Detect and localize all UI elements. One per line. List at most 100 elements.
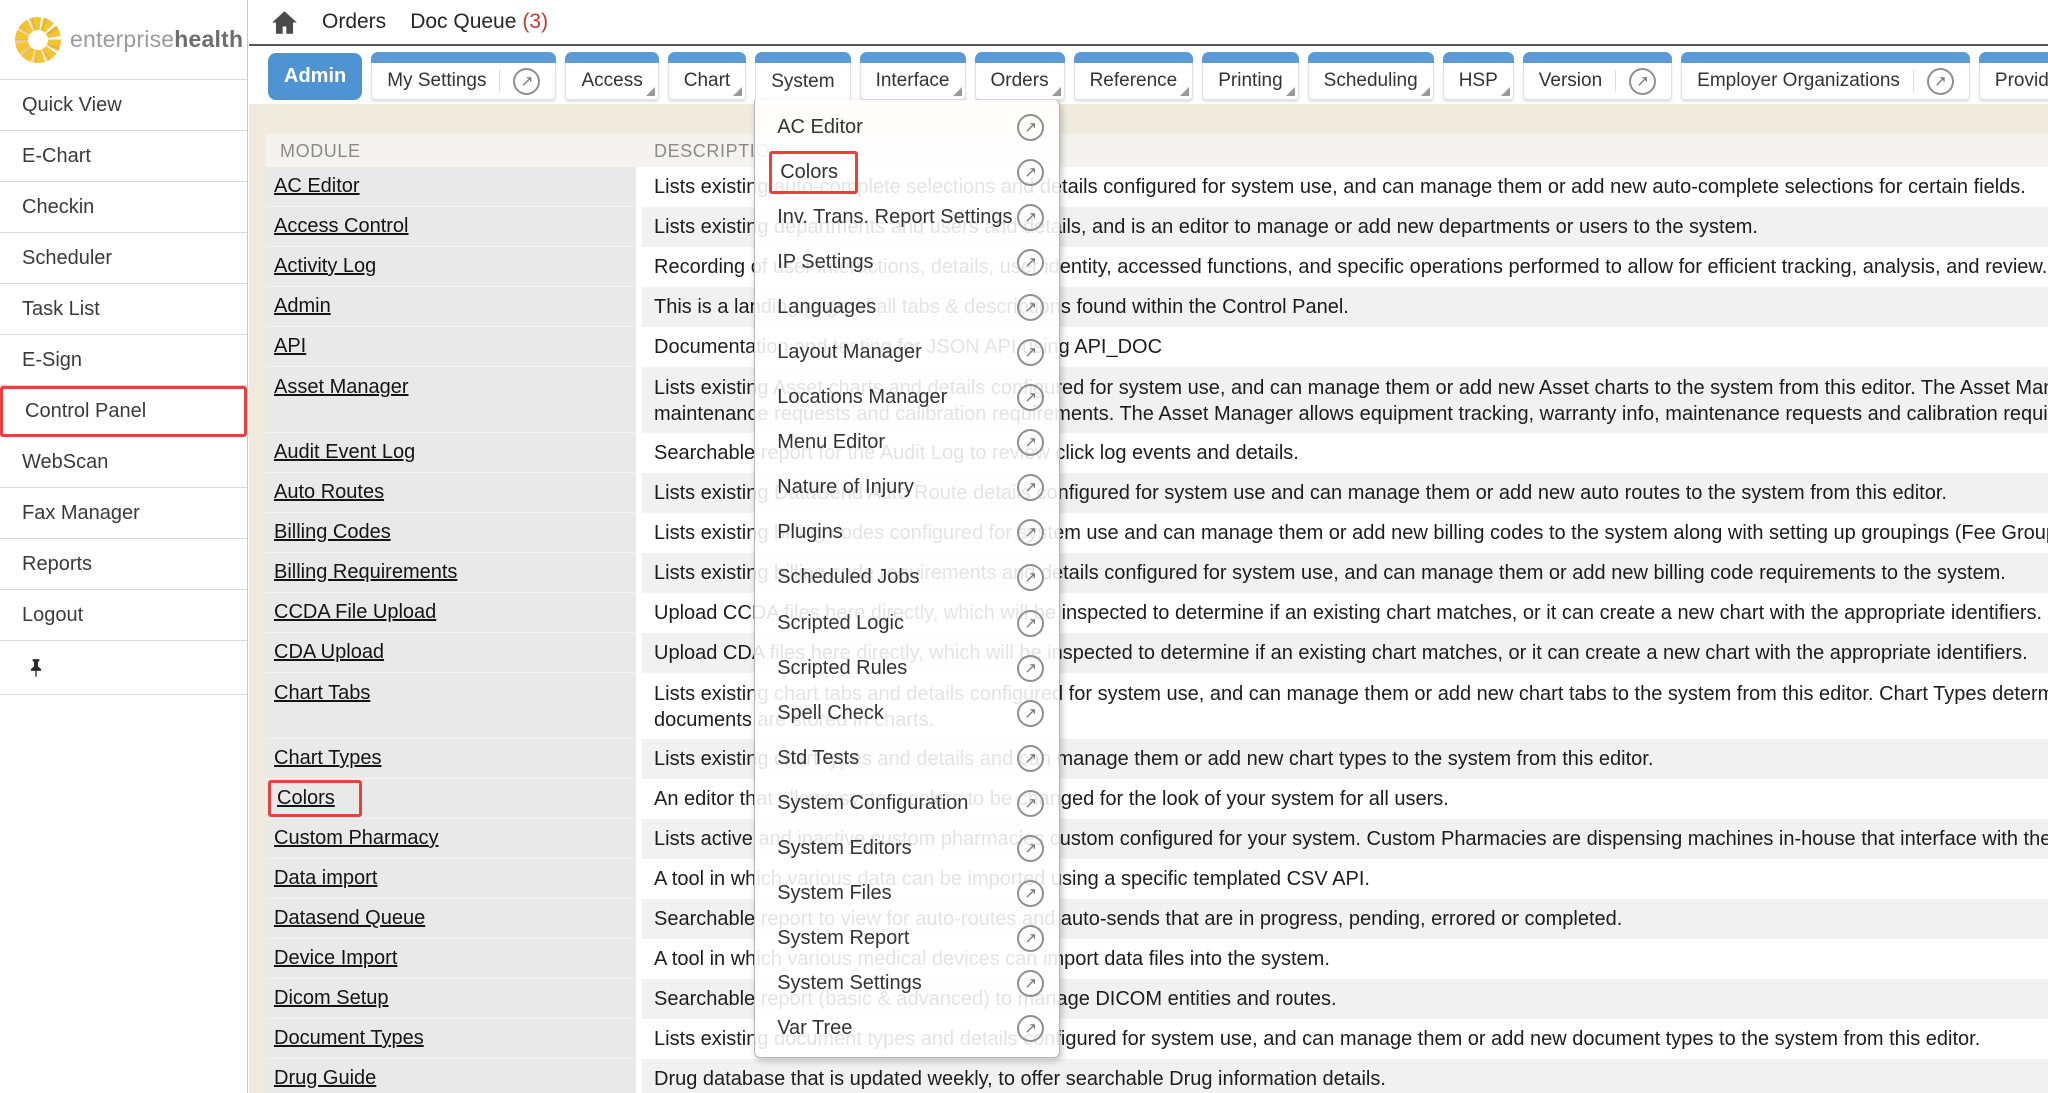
sidebar-item[interactable]: Control Panel [0,386,247,437]
breadcrumb-doc-queue[interactable]: Doc Queue(3) [410,10,548,34]
module-link[interactable]: Document Types [274,1027,424,1050]
system-menu-item[interactable]: Inv. Trans. Report Settings [755,195,1059,240]
module-link[interactable]: Data import [274,867,377,890]
open-in-new-icon[interactable] [1017,610,1044,637]
open-in-new-icon[interactable] [1017,204,1044,231]
module-link[interactable]: Admin [274,295,331,318]
open-in-new-icon[interactable] [1017,474,1044,501]
open-in-new-icon[interactable] [1017,249,1044,276]
open-in-new-icon[interactable] [1017,655,1044,682]
system-menu-item[interactable]: Locations Manager [755,375,1059,420]
tab-provider-management[interactable]: Provider Management [1979,52,2048,100]
tab-employer-organizations[interactable]: Employer Organizations [1681,52,1970,100]
open-in-new-icon[interactable] [1017,339,1044,366]
open-in-new-icon[interactable] [513,68,540,95]
tab-orders[interactable]: Orders [975,52,1065,100]
sidebar-item[interactable]: E-Sign [0,335,247,386]
system-menu-item[interactable]: Scheduled Jobs [755,555,1059,600]
tab-chart[interactable]: Chart [668,52,746,100]
module-link[interactable]: Dicom Setup [274,987,389,1010]
module-link[interactable]: Auto Routes [274,481,384,504]
system-menu-item[interactable]: System Settings [755,961,1059,1006]
system-menu-item[interactable]: Scripted Logic [755,601,1059,646]
open-in-new-icon[interactable] [1017,1015,1044,1042]
system-menu-item[interactable]: System Files [755,871,1059,916]
system-menu-item[interactable]: Spell Check [755,691,1059,736]
module-link[interactable]: Custom Pharmacy [274,827,439,850]
sidebar-item[interactable]: Task List [0,284,247,335]
open-in-new-icon[interactable] [1017,970,1044,997]
open-in-new-icon[interactable] [1017,429,1044,456]
open-in-new-icon[interactable] [1017,925,1044,952]
open-in-new-icon[interactable] [1017,880,1044,907]
system-menu-item[interactable]: Scripted Rules [755,646,1059,691]
module-link[interactable]: Chart Tabs [274,682,370,705]
open-in-new-icon[interactable] [1927,68,1954,95]
open-in-new-icon[interactable] [1629,68,1656,95]
module-link[interactable]: Billing Codes [274,521,391,544]
sidebar-item[interactable]: WebScan [0,437,247,488]
module-link[interactable]: Activity Log [274,255,376,278]
system-menu-item[interactable]: System Configuration [755,781,1059,826]
tab-hsp[interactable]: HSP [1443,52,1514,100]
module-link[interactable]: Drug Guide [274,1067,376,1090]
sidebar-item[interactable]: Checkin [0,182,247,233]
sidebar-pin-row[interactable] [0,641,247,695]
module-link[interactable]: CCDA File Upload [274,601,436,624]
module-link[interactable]: Audit Event Log [274,441,415,464]
module-link[interactable]: AC Editor [274,175,360,198]
module-link[interactable]: Asset Manager [274,376,409,399]
open-in-new-icon[interactable] [1017,790,1044,817]
open-in-new-icon[interactable] [1017,700,1044,727]
system-menu-item[interactable]: System Report [755,916,1059,961]
tab-my-settings[interactable]: My Settings [371,52,556,100]
sidebar-item[interactable]: Fax Manager [0,488,247,539]
module-link[interactable]: Colors [268,780,362,817]
open-in-new-icon[interactable] [1017,294,1044,321]
module-link[interactable]: CDA Upload [274,641,384,664]
tab-printing[interactable]: Printing [1202,52,1298,100]
sidebar-item[interactable]: E-Chart [0,131,247,182]
system-menu-item[interactable]: IP Settings [755,240,1059,285]
system-menu-item[interactable]: Std Tests [755,736,1059,781]
tab-reference[interactable]: Reference [1074,52,1194,100]
open-in-new-icon[interactable] [1017,519,1044,546]
system-menu-item-label: System Report [777,927,909,950]
system-menu-item[interactable]: System Editors [755,826,1059,871]
sidebar-item-label: Task List [22,298,100,321]
tab-scheduling[interactable]: Scheduling [1308,52,1434,100]
module-link[interactable]: Chart Types [274,747,381,770]
system-menu-item[interactable]: Menu Editor [755,420,1059,465]
system-menu-item[interactable]: Nature of Injury [755,465,1059,510]
open-in-new-icon[interactable] [1017,835,1044,862]
sunflower-logo-icon [14,16,62,64]
module-link[interactable]: API [274,335,306,358]
system-menu-item[interactable]: Var Tree [755,1006,1059,1051]
tab-admin[interactable]: Admin [268,53,362,100]
system-menu-item[interactable]: Languages [755,285,1059,330]
system-menu-item[interactable]: Layout Manager [755,330,1059,375]
system-menu-item[interactable]: Plugins [755,510,1059,555]
open-in-new-icon[interactable] [1017,564,1044,591]
breadcrumb-orders[interactable]: Orders [322,10,386,34]
module-link[interactable]: Device Import [274,947,397,970]
module-link[interactable]: Access Control [274,215,409,238]
open-in-new-icon[interactable] [1017,745,1044,772]
sidebar-item[interactable]: Scheduler [0,233,247,284]
sidebar-item[interactable]: Reports [0,539,247,590]
tab-system[interactable]: System AC Editor Colors Inv. Trans. Repo… [755,52,850,100]
tab-access[interactable]: Access [565,52,658,100]
sidebar-item[interactable]: Logout [0,590,247,641]
open-in-new-icon[interactable] [1017,159,1044,186]
system-menu-item-label: Std Tests [777,747,859,770]
home-icon[interactable] [271,10,298,35]
sidebar-item[interactable]: Quick View [0,80,247,131]
system-menu-item[interactable]: Colors [755,150,1059,195]
tab-version[interactable]: Version [1523,52,1672,100]
open-in-new-icon[interactable] [1017,384,1044,411]
tab-interface[interactable]: Interface [860,52,966,100]
open-in-new-icon[interactable] [1017,114,1044,141]
module-link[interactable]: Datasend Queue [274,907,425,930]
module-link[interactable]: Billing Requirements [274,561,457,584]
system-menu-item[interactable]: AC Editor [755,105,1059,150]
